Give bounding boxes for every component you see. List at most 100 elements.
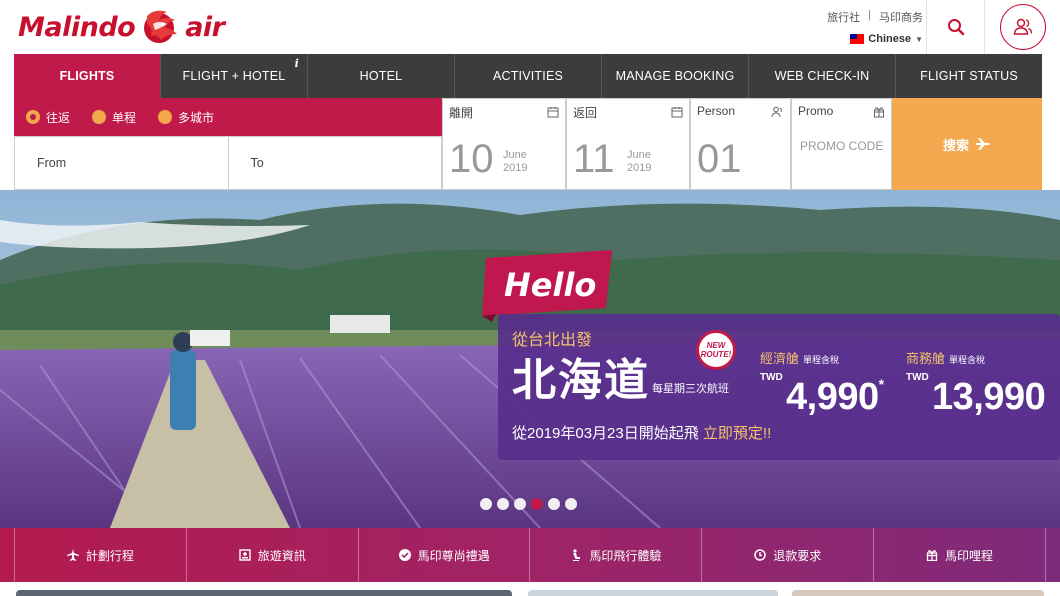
tab-hotel[interactable]: HOTEL <box>308 54 455 98</box>
tab-label: HOTEL <box>359 69 403 83</box>
swap-route-icon[interactable] <box>213 110 243 140</box>
users-icon <box>1013 18 1032 35</box>
fare-class: 商務艙 <box>906 351 946 366</box>
carousel-dot[interactable] <box>497 498 509 510</box>
person-count: 01 <box>697 137 742 181</box>
tab-label: ACTIVITIES <box>492 69 564 83</box>
radio-selected-icon <box>26 110 40 124</box>
quick-link-miles[interactable]: 馬印哩程 <box>874 528 1046 582</box>
page: Malindo air 旅行社 | 马印商务 Chinese ▼ FLIGHTS… <box>0 0 1060 596</box>
flight-search-form: 往返 单程 多城市 From To 離開 10 June 2019 返回 11 … <box>14 98 1042 190</box>
new-route-line1: NEW <box>706 341 726 350</box>
fare-tax: 單程含稅 <box>803 355 840 365</box>
tab-activities[interactable]: ACTIVITIES <box>455 54 602 98</box>
tab-flight-status[interactable]: FLIGHT STATUS <box>896 54 1042 98</box>
tab-label: FLIGHTS <box>59 69 115 83</box>
bird-logo-icon <box>144 10 178 43</box>
return-month-year: June 2019 <box>627 149 651 175</box>
tab-label: FLIGHT + HOTEL <box>182 69 286 83</box>
hero-banner[interactable]: Hello 從台北出發 北海道 每星期三次航班 NEW ROUTE! 經濟艙 單程含… <box>0 190 1060 528</box>
info-icon <box>239 549 251 561</box>
logo-text-air: air <box>185 11 225 43</box>
fare-class-label: 經濟艙 單程含稅 <box>760 348 839 367</box>
return-month: June <box>627 149 651 161</box>
fare-class-label: 商務艙 單程含稅 <box>906 348 985 367</box>
radio-icon <box>92 110 107 124</box>
carousel-dot[interactable] <box>480 498 492 510</box>
search-flights-button[interactable]: 搜索 <box>892 98 1042 190</box>
new-route-text: NEW ROUTE! <box>701 341 732 359</box>
person-field[interactable]: Person 01 <box>690 98 791 190</box>
trip-type-return[interactable]: 往返 <box>26 109 70 126</box>
quick-link-travel-info[interactable]: 旅遊資訊 <box>187 528 359 582</box>
logo-text-malindo: Malindo <box>18 11 136 43</box>
person-label: Person <box>697 104 736 118</box>
account-circle <box>999 4 1046 50</box>
hello-ribbon: Hello <box>482 250 612 322</box>
language-selector[interactable]: Chinese ▼ <box>850 33 923 45</box>
content-card-preview[interactable] <box>792 590 1044 596</box>
start-text: 從2019年03月23日開始起飛 <box>512 425 699 442</box>
depart-date-field[interactable]: 離開 10 June 2019 <box>442 98 566 190</box>
trip-type-label: 单程 <box>112 110 137 125</box>
link-separator: | <box>868 9 871 21</box>
hello-text: Hello <box>504 266 596 304</box>
return-label: 返回 <box>573 106 598 120</box>
search-button[interactable] <box>926 0 984 54</box>
tab-manage-booking[interactable]: MANAGE BOOKING <box>602 54 749 98</box>
promo-panel[interactable]: 從台北出發 北海道 每星期三次航班 NEW ROUTE! 經濟艙 單程含稅 TWD … <box>498 314 1060 460</box>
tab-flights[interactable]: FLIGHTS <box>14 54 161 98</box>
malindo-air-logo[interactable]: Malindo air <box>18 6 225 48</box>
fare-currency: TWD <box>906 372 929 383</box>
promo-frequency: 每星期三次航班 <box>652 383 729 395</box>
info-icon[interactable]: i <box>295 57 299 70</box>
tab-web-check-in[interactable]: WEB CHECK-IN <box>749 54 896 98</box>
from-input[interactable]: From <box>15 137 229 189</box>
fare-class: 經濟艙 <box>760 351 800 366</box>
promo-code-input[interactable]: PROMO CODE <box>800 139 883 153</box>
carousel-dot[interactable] <box>514 498 526 510</box>
book-now-link[interactable]: 立即預定!! <box>703 425 771 442</box>
fare-amount-value: 4,990 <box>786 376 879 418</box>
new-route-badge: NEW ROUTE! <box>696 330 736 370</box>
trip-type-one-way[interactable]: 单程 <box>92 109 136 126</box>
language-label: Chinese <box>868 33 912 45</box>
depart-label: 離開 <box>449 106 474 120</box>
quick-link-label: 退款要求 <box>773 548 822 563</box>
calendar-icon <box>547 107 559 118</box>
link-travel-agent[interactable]: 旅行社 <box>827 9 860 25</box>
depart-month: June <box>503 149 527 161</box>
quick-link-plan-trip[interactable]: 計劃行程 <box>14 528 187 582</box>
carousel-dot[interactable] <box>548 498 560 510</box>
new-route-line2: ROUTE! <box>700 350 732 359</box>
quick-link-experience[interactable]: 馬印飛行體驗 <box>530 528 703 582</box>
trip-type-multi-city[interactable]: 多城市 <box>158 109 214 126</box>
quick-link-privileges[interactable]: 馬印尊尚禮遇 <box>359 528 531 582</box>
return-year: 2019 <box>627 162 652 174</box>
search-icon <box>947 19 964 36</box>
fare-amount: 4,990* <box>786 376 884 419</box>
fare-tax: 單程含稅 <box>949 355 986 365</box>
content-card-preview[interactable] <box>16 590 512 596</box>
main-nav: FLIGHTS FLIGHT + HOTEL i HOTEL ACTIVITIES… <box>14 54 1042 98</box>
quick-link-label: 計劃行程 <box>85 548 134 563</box>
return-day: 11 <box>573 137 615 181</box>
quick-link-label: 馬印哩程 <box>945 548 994 563</box>
content-card-preview[interactable] <box>528 590 778 596</box>
link-corporate[interactable]: 马印商务 <box>879 9 923 25</box>
quick-link-label: 旅遊資訊 <box>257 548 306 563</box>
taiwan-flag-icon <box>850 34 865 44</box>
carousel-dot-active[interactable] <box>531 498 543 510</box>
search-button-label: 搜索 <box>942 137 969 153</box>
account-button[interactable] <box>984 0 1060 54</box>
radio-icon <box>158 110 173 124</box>
gift-icon <box>874 107 884 118</box>
carousel-dot[interactable] <box>565 498 577 510</box>
plane-icon <box>976 138 990 150</box>
to-input[interactable]: To <box>229 137 442 189</box>
return-date-field[interactable]: 返回 11 June 2019 <box>566 98 690 190</box>
quick-link-refund[interactable]: 退款要求 <box>702 528 875 582</box>
tab-label: WEB CHECK-IN <box>774 69 870 83</box>
trip-type-label: 多城市 <box>178 110 215 125</box>
tab-flight-hotel[interactable]: FLIGHT + HOTEL i <box>161 54 308 98</box>
